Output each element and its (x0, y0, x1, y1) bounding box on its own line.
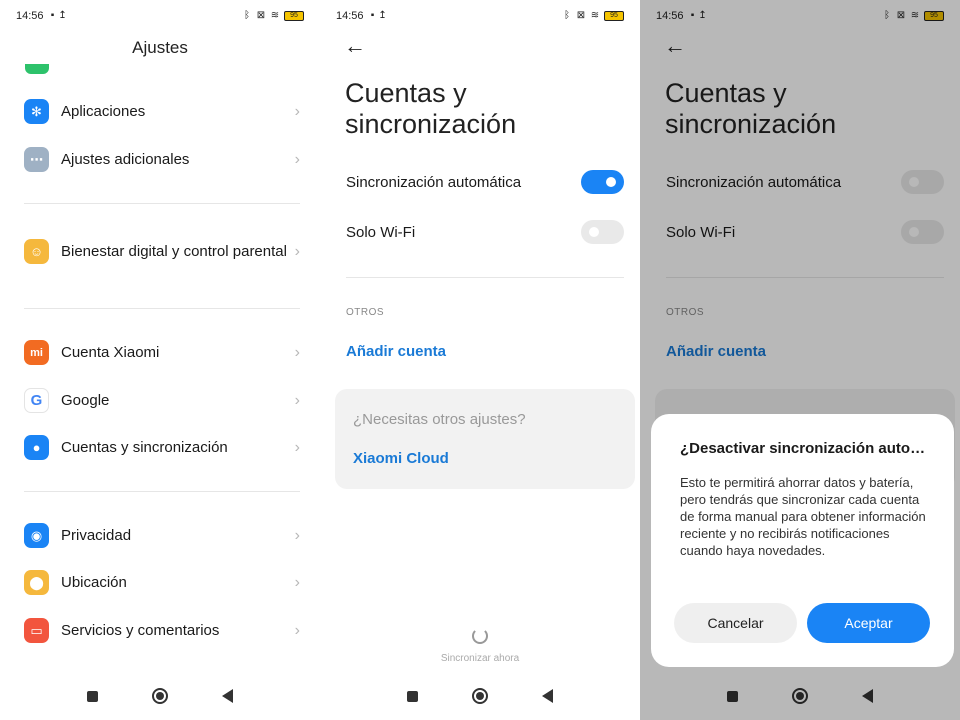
accept-button[interactable]: Aceptar (807, 603, 930, 643)
chevron-right-icon: › (294, 391, 300, 409)
status-bar: 14:56 ▪ ↥ ᛒ ⊠ ≋ 95 (336, 8, 624, 24)
status-time: 14:56 (16, 10, 44, 22)
home-button[interactable] (152, 688, 168, 704)
chevron-right-icon: › (294, 150, 300, 168)
settings-item-label: Servicios y comentarios (61, 621, 220, 639)
auto-sync-toggle[interactable] (581, 170, 624, 194)
upload-icon: ↥ (58, 10, 67, 21)
chevron-right-icon: › (294, 526, 300, 544)
auto-sync-label: Sincronización automática (346, 173, 522, 191)
settings-item-location[interactable]: ⬤ Ubicación › (0, 570, 320, 595)
settings-item-additional[interactable]: ⋯ Ajustes adicionales › (0, 147, 320, 172)
page-title: Ajustes (132, 38, 188, 57)
eye-icon: ◉ (24, 523, 49, 548)
wifi-only-toggle[interactable] (581, 220, 624, 244)
page-title: Cuentas y sincronización (345, 78, 516, 140)
message-icon: ▪ (50, 10, 55, 21)
cancel-button[interactable]: Cancelar (674, 603, 797, 643)
settings-item-privacy[interactable]: ◉ Privacidad › (0, 523, 320, 548)
settings-item-label: Privacidad (61, 526, 132, 544)
chevron-right-icon: › (294, 343, 300, 361)
auto-sync-row[interactable]: Sincronización automática (346, 170, 624, 194)
bluetooth-icon: ᛒ (244, 10, 250, 21)
bluetooth-icon: ᛒ (564, 10, 570, 21)
home-button[interactable] (472, 688, 488, 704)
recents-button[interactable] (87, 690, 98, 702)
settings-screen: 14:56 ▪ ↥ ᛒ ⊠ ≋ 95 Ajustes ✻ Aplicacione… (0, 0, 320, 720)
settings-item-label: Cuenta Xiaomi (61, 343, 160, 361)
toggle-knob (589, 227, 599, 237)
section-header-others: OTROS (346, 307, 385, 318)
message-icon: ▪ (370, 10, 375, 21)
status-bar: 14:56 ▪ ↥ ᛒ ⊠ ≋ 95 (16, 8, 304, 24)
no-sim-icon: ⊠ (256, 10, 266, 21)
mi-logo-icon: mi (24, 340, 49, 365)
chevron-right-icon: › (294, 102, 300, 120)
divider (24, 491, 300, 492)
dialog-body: Esto te permitirá ahorrar datos y baterí… (680, 475, 926, 558)
add-account-link[interactable]: Añadir cuenta (346, 343, 446, 360)
settings-item-accounts-sync[interactable]: ● Cuentas y sincronización › (0, 435, 320, 460)
sync-icon (472, 628, 488, 644)
navigation-bar (0, 684, 320, 708)
settings-item-label: Ajustes adicionales (61, 150, 190, 168)
back-arrow-icon[interactable]: ← (344, 34, 366, 58)
divider (24, 308, 300, 309)
wellbeing-icon: ☺ (24, 239, 49, 264)
toggle-knob (606, 177, 616, 187)
navigation-bar (320, 684, 640, 708)
upload-icon: ↥ (378, 10, 387, 21)
settings-item-wellbeing[interactable]: ☺ Bienestar digital y control parental › (0, 239, 320, 264)
wifi-only-row[interactable]: Solo Wi-Fi (346, 220, 624, 244)
settings-item-label: Bienestar digital y control parental (61, 242, 287, 260)
settings-item-label: Aplicaciones (61, 102, 146, 120)
page-title-line1: Cuentas y (345, 78, 467, 108)
chevron-right-icon: › (294, 621, 300, 639)
google-logo-icon: G (24, 388, 49, 413)
more-settings-card: ¿Necesitas otros ajustes? Xiaomi Cloud (335, 389, 635, 489)
chevron-right-icon: › (294, 242, 300, 260)
battery-icon: 95 (604, 11, 624, 21)
more-icon: ⋯ (24, 147, 49, 172)
accounts-sync-dialog-screen: 14:56 ▪ ↥ ᛒ ⊠ ≋ 95 ← Cuentas y sincroniz… (640, 0, 960, 720)
user-icon: ● (24, 435, 49, 460)
divider (24, 203, 300, 204)
wifi-only-label: Solo Wi-Fi (346, 223, 416, 241)
settings-item-label: Ubicación (61, 573, 127, 591)
partial-list-icon (25, 64, 49, 74)
wifi-icon: ≋ (270, 10, 280, 21)
chevron-right-icon: › (294, 573, 300, 591)
accounts-sync-screen: 14:56 ▪ ↥ ᛒ ⊠ ≋ 95 ← Cuentas y sincroniz… (320, 0, 640, 720)
settings-item-feedback[interactable]: ▭ Servicios y comentarios › (0, 618, 320, 643)
wifi-icon: ≋ (590, 10, 600, 21)
more-settings-question: ¿Necesitas otros ajustes? (353, 411, 526, 428)
recents-button[interactable] (407, 690, 418, 702)
settings-item-apps[interactable]: ✻ Aplicaciones › (0, 99, 320, 124)
feedback-icon: ▭ (24, 618, 49, 643)
gear-icon: ✻ (24, 99, 49, 124)
back-nav-button[interactable] (542, 689, 553, 703)
disable-sync-dialog: ¿Desactivar sincronización autom… Esto t… (651, 414, 954, 667)
no-sim-icon: ⊠ (576, 10, 586, 21)
settings-item-label: Cuentas y sincronización (61, 438, 228, 456)
sync-now-label: Sincronizar ahora (440, 653, 520, 664)
back-nav-button[interactable] (222, 689, 233, 703)
settings-item-xiaomi-account[interactable]: mi Cuenta Xiaomi › (0, 340, 320, 365)
battery-icon: 95 (284, 11, 304, 21)
settings-item-google[interactable]: G Google › (0, 388, 320, 413)
location-icon: ⬤ (24, 570, 49, 595)
page-title-line2: sincronización (345, 109, 517, 139)
xiaomi-cloud-link[interactable]: Xiaomi Cloud (353, 450, 449, 467)
sync-now-button[interactable]: Sincronizar ahora (320, 628, 640, 664)
chevron-right-icon: › (294, 438, 300, 456)
status-time: 14:56 (336, 10, 364, 22)
divider (346, 277, 624, 278)
dialog-title: ¿Desactivar sincronización autom… (680, 440, 930, 457)
settings-item-label: Google (61, 391, 110, 409)
